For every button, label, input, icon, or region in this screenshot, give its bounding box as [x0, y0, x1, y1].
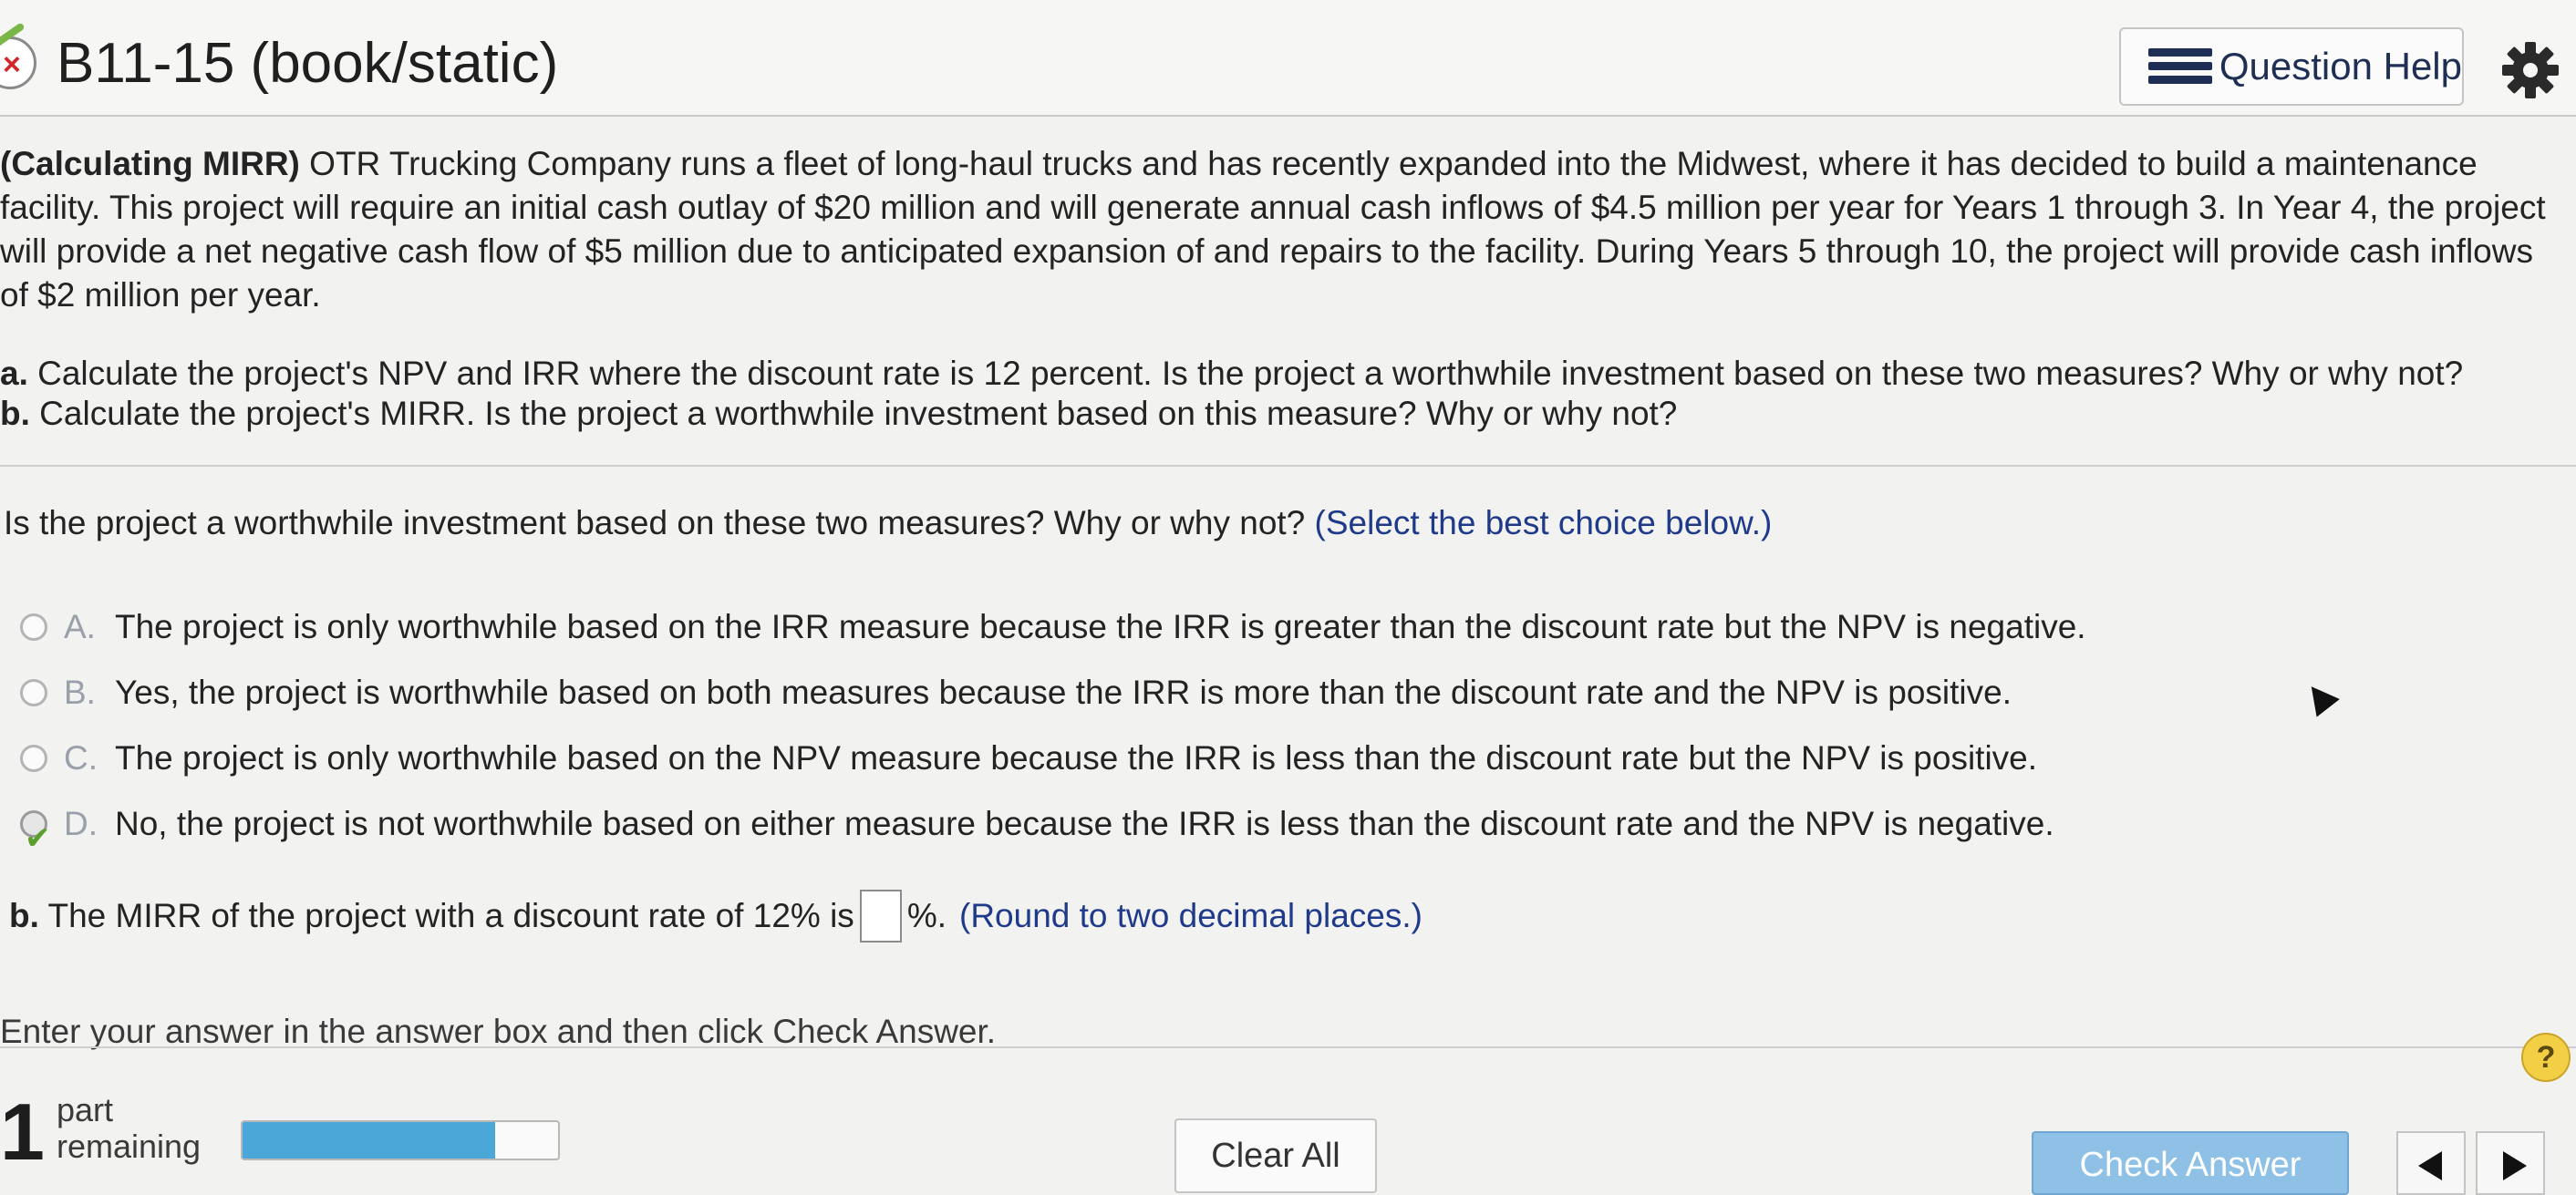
part-b-label: b.: [0, 395, 30, 432]
choice-text: The project is only worthwhile based on …: [115, 739, 2038, 777]
parts-label-line1: part: [57, 1091, 114, 1128]
check-answer-button[interactable]: Check Answer: [2032, 1131, 2349, 1195]
pencil-icon: [0, 22, 26, 49]
radio-button[interactable]: [20, 613, 47, 641]
problem-statement: (Calculating MIRR) OTR Trucking Company …: [0, 142, 2553, 317]
part-a-text: Calculate the project's NPV and IRR wher…: [27, 355, 2464, 392]
incorrect-status-icon: ×: [0, 22, 36, 89]
choice-text: The project is only worthwhile based on …: [115, 608, 2086, 645]
parts-label-line2: remaining: [57, 1128, 202, 1165]
part-b-text: Calculate the project's MIRR. Is the pro…: [29, 395, 1678, 432]
page-title: B11-15 (book/static): [57, 32, 559, 95]
choice-c[interactable]: C. The project is only worthwhile based …: [20, 726, 2086, 791]
choice-letter: D.: [64, 805, 98, 842]
clear-all-button[interactable]: Clear All: [1174, 1118, 1377, 1193]
choice-letter: B.: [64, 674, 96, 711]
radio-button-selected[interactable]: ✔: [20, 810, 51, 856]
question-hint: (Select the best choice below.): [1314, 504, 1773, 541]
answer-choices: A. The project is only worthwhile based …: [20, 594, 2086, 857]
parts-remaining-label: part remaining: [57, 1092, 201, 1165]
part-b-prefix: The MIRR of the project with a discount …: [38, 897, 854, 934]
choice-a[interactable]: A. The project is only worthwhile based …: [20, 594, 2086, 660]
choice-d[interactable]: ✔ D. No, the project is not worthwhile b…: [20, 791, 2086, 857]
choice-text: Yes, the project is worthwhile based on …: [115, 674, 2012, 711]
choice-letter: C.: [64, 739, 98, 777]
gear-icon[interactable]: [2498, 38, 2562, 102]
footer-divider: [0, 1046, 2576, 1048]
mirr-answer-input[interactable]: [859, 890, 902, 943]
parts-remaining-count: 1: [0, 1087, 45, 1177]
problem-body: OTR Trucking Company runs a fleet of lon…: [0, 145, 2546, 314]
question-help-button[interactable]: Question Help: [2119, 27, 2464, 106]
radio-button[interactable]: [20, 679, 47, 706]
part-b-answer-row: b. The MIRR of the project with a discou…: [9, 890, 1422, 943]
part-a-label: a.: [0, 355, 28, 392]
problem-lead: (Calculating MIRR): [0, 145, 300, 182]
list-icon: [2148, 46, 2212, 87]
problem-parts: a. Calculate the project's NPV and IRR w…: [0, 354, 2553, 434]
arrow-right-icon: [2503, 1151, 2527, 1180]
arrow-left-icon: [2418, 1151, 2442, 1180]
question-text: Is the project a worthwhile investment b…: [4, 504, 1306, 541]
part-b-hint: (Round to two decimal places.): [959, 897, 1422, 934]
radio-button[interactable]: [20, 745, 47, 772]
part-b-suffix: %.: [906, 897, 947, 934]
checkmark-icon: ✔: [25, 821, 51, 856]
progress-fill: [243, 1122, 495, 1159]
part-a-instruction: a. Calculate the project's NPV and IRR w…: [0, 354, 2553, 394]
help-question-icon[interactable]: ?: [2521, 1033, 2571, 1082]
instruction-text: Enter your answer in the answer box and …: [0, 1013, 997, 1050]
choice-text: No, the project is not worthwhile based …: [115, 805, 2054, 842]
progress-bar: [241, 1120, 560, 1160]
question-prompt: Is the project a worthwhile investment b…: [4, 504, 1772, 542]
section-divider: [0, 465, 2576, 467]
next-button[interactable]: [2476, 1131, 2545, 1195]
x-mark-icon: ×: [3, 47, 21, 82]
question-help-label: Question Help: [2219, 45, 2462, 88]
page: × B11-15 (book/static) Question Help (Ca: [0, 0, 2576, 1195]
previous-button[interactable]: [2396, 1131, 2466, 1195]
choice-letter: A.: [64, 608, 96, 645]
mouse-cursor-icon: [2300, 677, 2340, 717]
part-b-answer-label: b.: [9, 897, 39, 934]
part-b-instruction: b. Calculate the project's MIRR. Is the …: [0, 394, 2553, 434]
header-bar: × B11-15 (book/static) Question Help: [0, 0, 2576, 117]
choice-b[interactable]: B. Yes, the project is worthwhile based …: [20, 660, 2086, 726]
